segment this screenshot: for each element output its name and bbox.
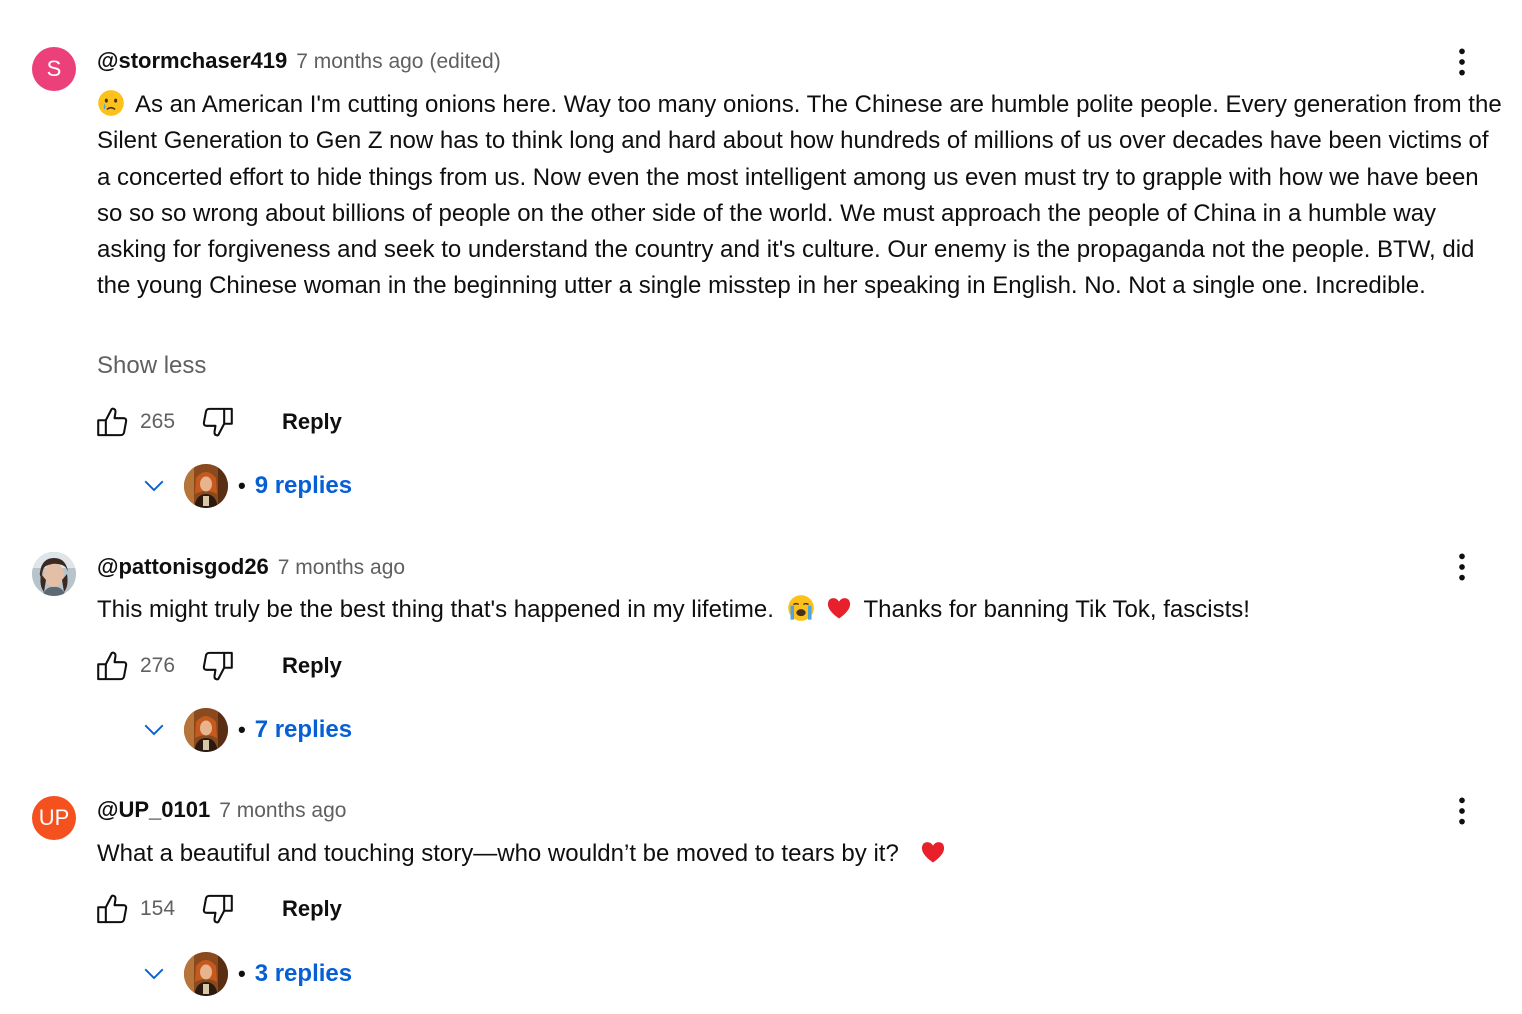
reply-button[interactable]: Reply	[282, 896, 342, 922]
comment-actions: 265 Reply	[92, 402, 342, 442]
creator-avatar	[184, 952, 228, 996]
separator-dot: •	[238, 473, 246, 498]
more-vert-icon	[1445, 550, 1479, 584]
timestamp[interactable]: 7 months ago	[219, 799, 346, 823]
chevron-down-icon	[134, 954, 174, 994]
comment-text-before: This might truly be the best thing that'…	[97, 596, 774, 623]
more-vert-icon	[1445, 794, 1479, 828]
more-options-button[interactable]	[1444, 44, 1480, 80]
show-less-button[interactable]: Show less	[97, 352, 206, 380]
comment-text-after: Thanks for banning Tik Tok, fascists!	[863, 596, 1250, 623]
replies-count: 3 replies	[254, 960, 353, 987]
timestamp[interactable]: 7 months ago	[296, 50, 423, 74]
thumbs-down-icon	[199, 403, 237, 441]
thumbs-down-icon	[199, 647, 237, 685]
separator-dot: •	[238, 961, 246, 986]
loudly-crying-face-icon	[787, 594, 815, 622]
more-vert-icon	[1445, 45, 1479, 79]
creator-avatar	[184, 708, 228, 752]
like-count: 265	[140, 410, 176, 433]
like-button[interactable]	[92, 889, 132, 929]
view-replies-button[interactable]: • 3 replies	[134, 950, 352, 998]
reply-button[interactable]: Reply	[282, 653, 342, 679]
view-replies-button[interactable]: • 7 replies	[134, 706, 352, 754]
comment-actions: 276 Reply	[92, 646, 342, 686]
comment-text-content: As an American I'm cutting onions here. …	[97, 91, 1502, 300]
timestamp[interactable]: 7 months ago	[278, 556, 405, 580]
comment-text: This might truly be the best thing that'…	[97, 592, 1502, 628]
comment-actions: 154 Reply	[92, 889, 342, 929]
like-count: 154	[140, 897, 176, 920]
comment-header: @stormchaser419 7 months ago (edited)	[97, 48, 501, 74]
author-name[interactable]: @pattonisgod26	[97, 554, 269, 580]
thumbs-up-icon	[93, 403, 131, 441]
dislike-button[interactable]	[198, 402, 238, 442]
crying-face-icon	[97, 89, 125, 117]
comment-text: As an American I'm cutting onions here. …	[97, 87, 1502, 305]
dislike-button[interactable]	[198, 889, 238, 929]
avatar[interactable]: UP	[32, 796, 76, 840]
reply-button[interactable]: Reply	[282, 409, 342, 435]
red-heart-icon	[919, 838, 947, 866]
creator-avatar	[184, 464, 228, 508]
separator-dot: •	[238, 717, 246, 742]
red-heart-icon	[825, 594, 853, 622]
author-name[interactable]: @UP_0101	[97, 797, 210, 823]
more-options-button[interactable]	[1444, 793, 1480, 829]
chevron-down-icon	[134, 466, 174, 506]
like-button[interactable]	[92, 646, 132, 686]
replies-count: 7 replies	[254, 716, 353, 743]
edited-label: (edited)	[429, 50, 501, 73]
more-options-button[interactable]	[1444, 549, 1480, 585]
like-button[interactable]	[92, 402, 132, 442]
thumbs-up-icon	[93, 890, 131, 928]
comment-header: @UP_0101 7 months ago	[97, 797, 346, 823]
thumbs-up-icon	[93, 647, 131, 685]
chevron-down-icon	[134, 710, 174, 750]
thumbs-down-icon	[199, 890, 237, 928]
replies-count: 9 replies	[254, 472, 353, 499]
view-replies-button[interactable]: • 9 replies	[134, 462, 352, 510]
comment-text-content: What a beautiful and touching story—who …	[97, 840, 899, 867]
avatar[interactable]: S	[32, 47, 76, 91]
comment-text: What a beautiful and touching story—who …	[97, 836, 1502, 872]
dislike-button[interactable]	[198, 646, 238, 686]
comment-header: @pattonisgod26 7 months ago	[97, 554, 405, 580]
author-name[interactable]: @stormchaser419	[97, 48, 287, 74]
avatar[interactable]	[32, 552, 76, 596]
like-count: 276	[140, 654, 176, 677]
user-photo-avatar	[32, 552, 76, 596]
